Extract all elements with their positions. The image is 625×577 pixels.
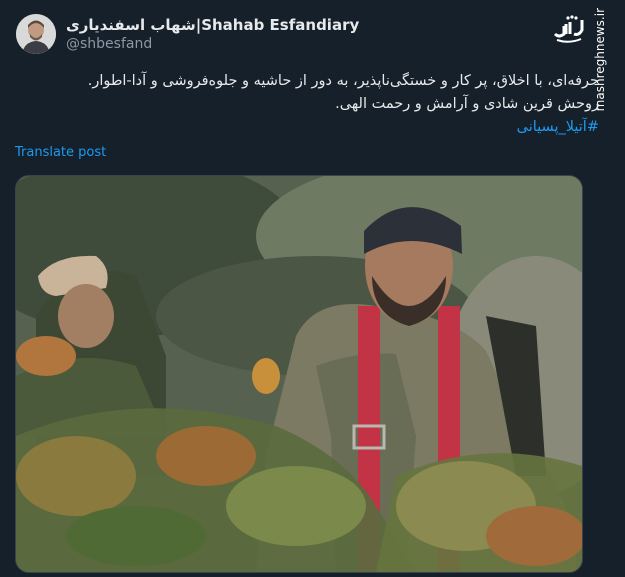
tweet-line-1: حرفه‌ای، با اخلاق، پر کار و خستگی‌ناپذیر… xyxy=(87,73,599,89)
author-display-name[interactable]: شهاب اسفندیاری|Shahab Esfandiary xyxy=(66,16,359,34)
tweet-line-2: روحش قرین شادی و آرامش و رحمت الهی. xyxy=(335,96,599,112)
translate-post-link[interactable]: Translate post xyxy=(15,145,106,160)
photo-scene xyxy=(16,176,582,572)
tweet-text: حرفه‌ای، با اخلاق، پر کار و خستگی‌ناپذیر… xyxy=(39,70,599,139)
tweet-media-photo[interactable] xyxy=(15,175,583,573)
mashregh-logo-mark xyxy=(553,15,584,43)
author-name-row[interactable]: شهاب اسفندیاری|Shahab Esfandiary xyxy=(66,14,359,36)
hashtag-link[interactable]: #آتیلا_پسیانی xyxy=(517,119,599,135)
mashregh-logo xyxy=(551,12,587,46)
avatar[interactable] xyxy=(16,14,56,54)
avatar-portrait xyxy=(16,14,56,54)
author-handle[interactable]: @shbesfand xyxy=(66,36,152,52)
